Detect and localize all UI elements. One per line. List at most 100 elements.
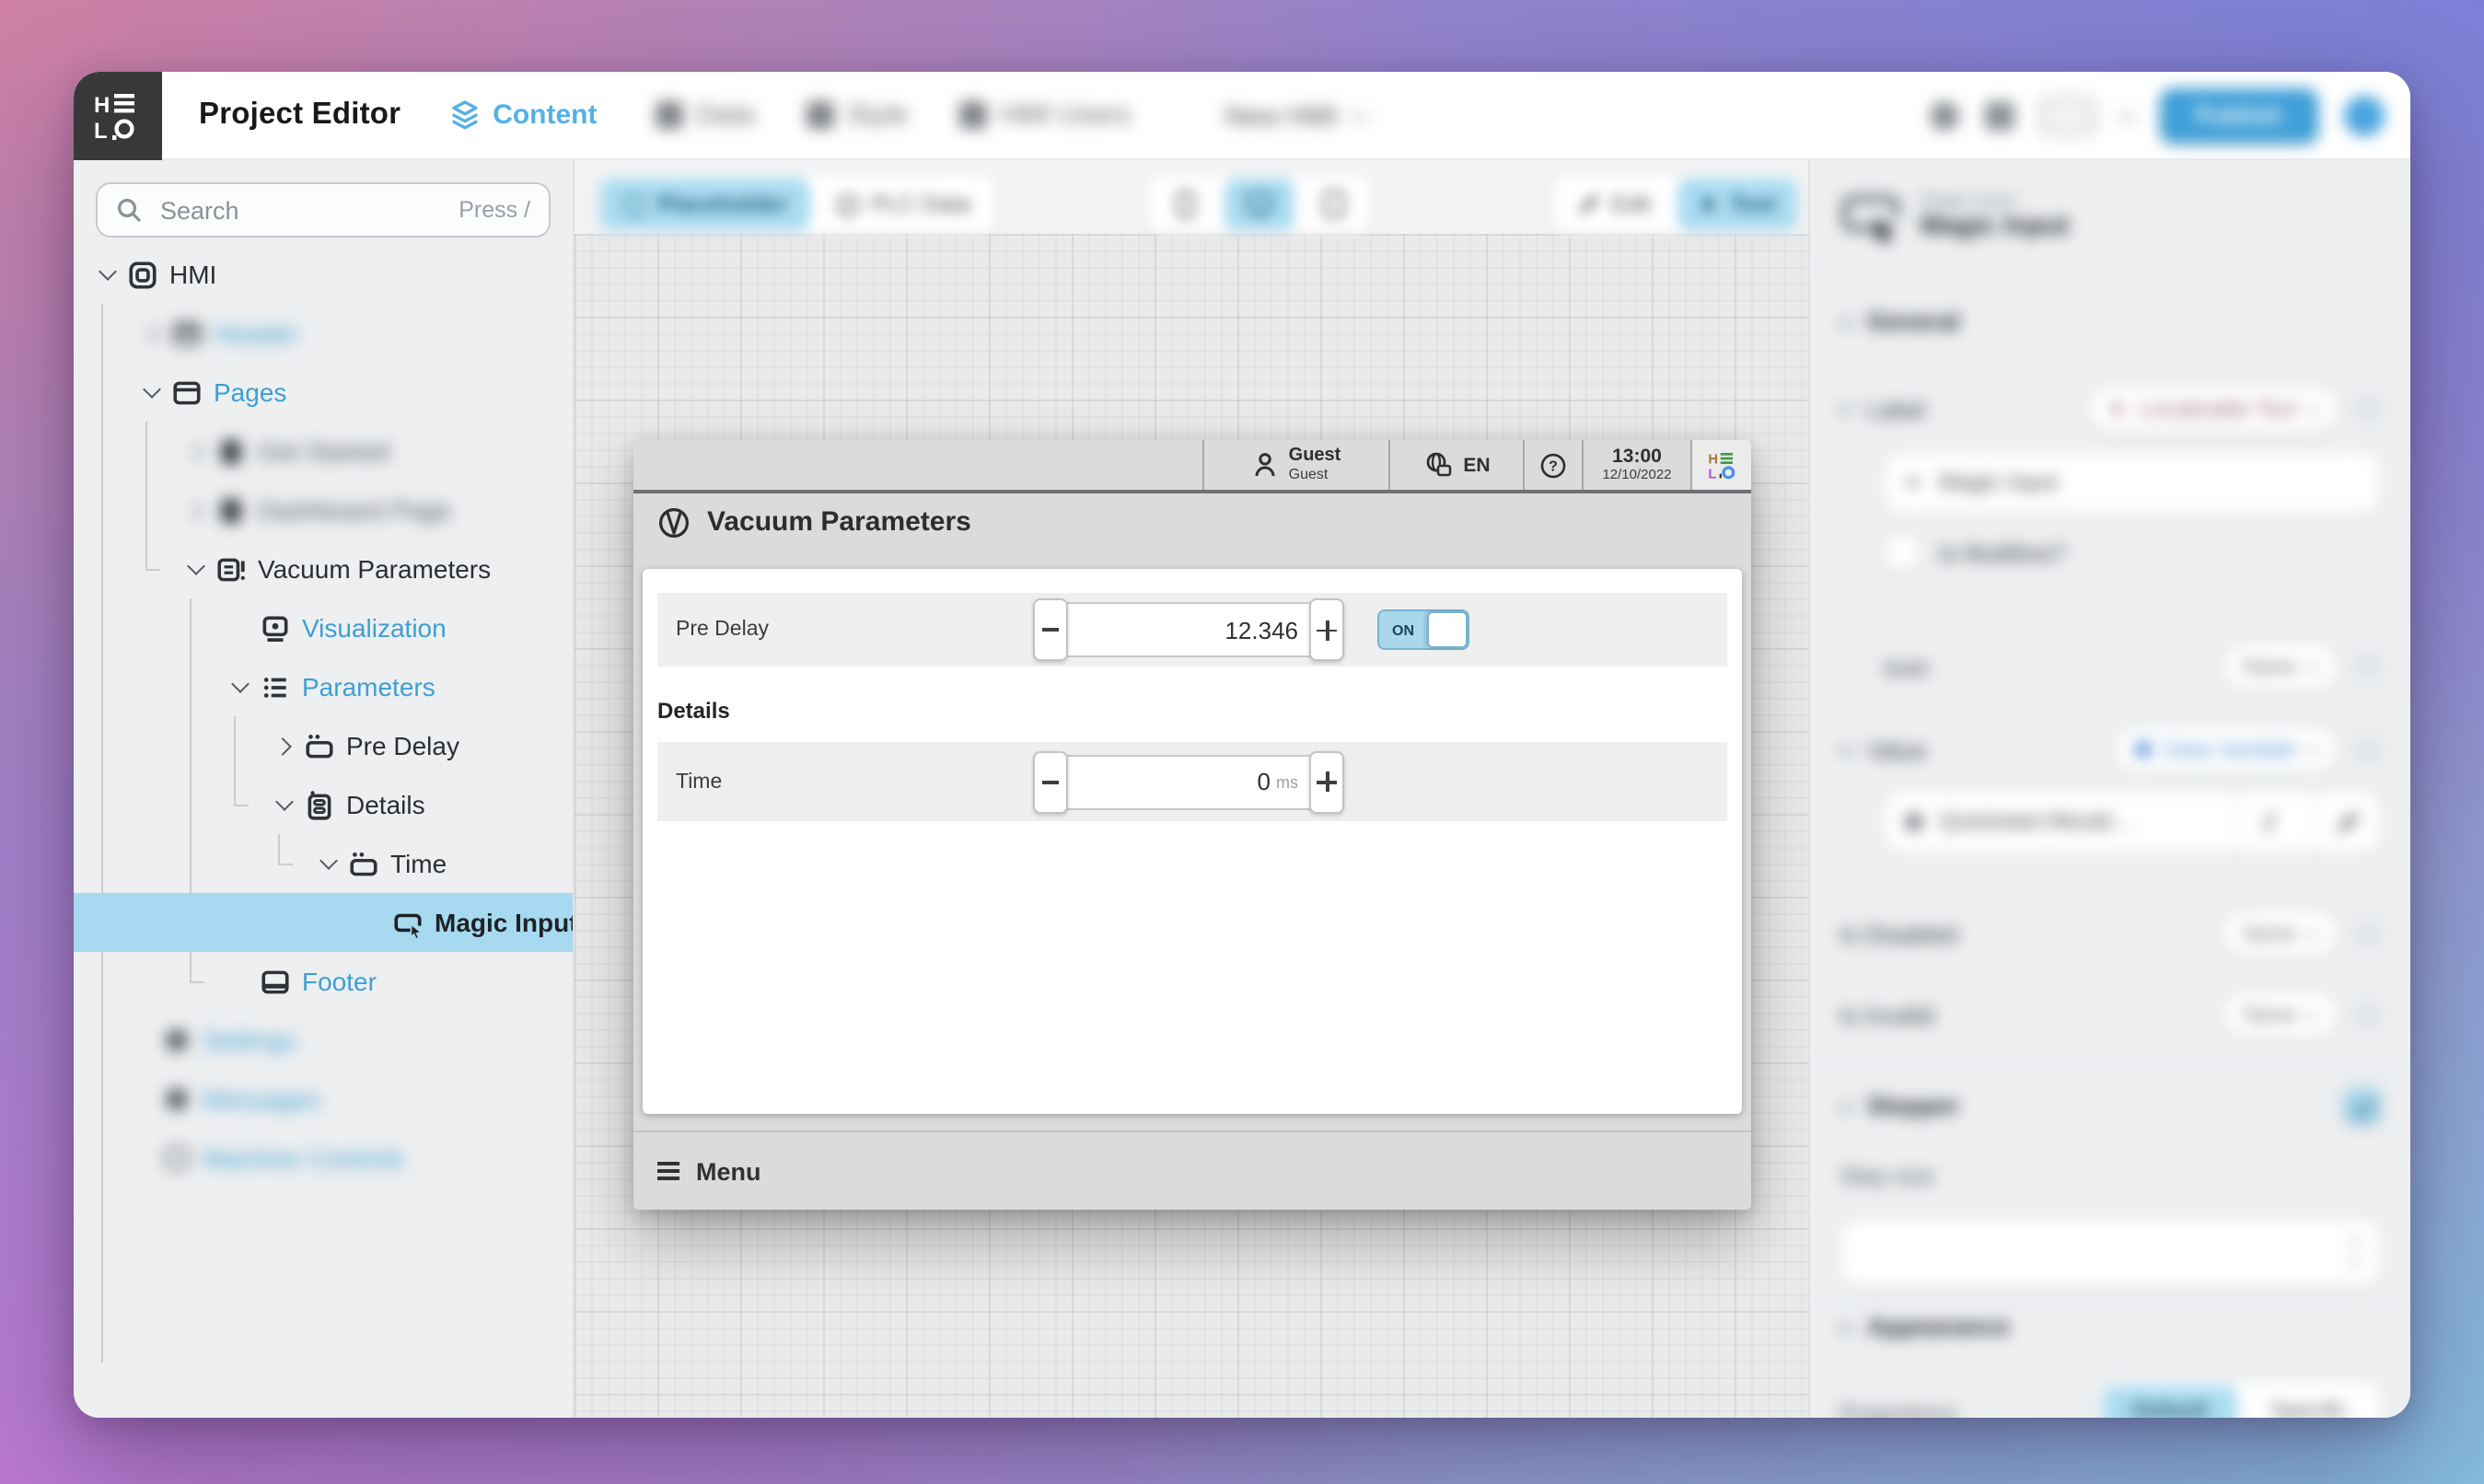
chevron-down-icon <box>2305 924 2321 940</box>
plus-icon <box>1317 620 1337 640</box>
project-selector[interactable]: New HMI <box>1225 72 1365 160</box>
appearance-section-header[interactable]: Appearance <box>1840 1313 2010 1340</box>
phone-icon <box>1175 190 1197 219</box>
stepper-value-field[interactable]: 0ms <box>1064 754 1313 809</box>
test-mode-button[interactable]: Test <box>1677 179 1798 230</box>
tree-item-details[interactable]: Details <box>74 775 573 834</box>
chevron-right-icon[interactable] <box>269 731 298 760</box>
stepper-enabled-checkbox[interactable] <box>2344 1088 2381 1125</box>
label-value-field[interactable]: Magic Input <box>1884 451 2381 514</box>
chevron-down-icon[interactable] <box>269 790 298 819</box>
tab-content[interactable]: Content <box>448 99 597 131</box>
binding-options-icon[interactable] <box>2355 654 2381 679</box>
invalid-binding-pill[interactable]: None <box>2223 991 2339 1038</box>
tree-item-machine-controls[interactable]: Machine Controls <box>74 1129 573 1188</box>
edit-mode-button[interactable]: Edit <box>1556 179 1673 230</box>
tree-item-parameters[interactable]: Parameters <box>74 657 573 716</box>
decrement-button[interactable] <box>1033 750 1068 813</box>
multiline-checkbox[interactable] <box>1884 534 1921 571</box>
decrement-button[interactable] <box>1033 598 1068 661</box>
tree-item-settings[interactable]: Settings <box>74 1011 573 1070</box>
viewport-size-control[interactable] <box>2040 97 2095 133</box>
icon-binding-pill[interactable]: None <box>2223 643 2339 690</box>
tree-item-get-started[interactable]: Get Started <box>74 422 573 481</box>
top-nav-group: Data Style HMI Users <box>656 99 1132 131</box>
proportions-default-option[interactable]: Default <box>2104 1386 2237 1418</box>
edit-expression-button[interactable] <box>2315 790 2381 852</box>
search-box[interactable]: Press / <box>96 182 551 238</box>
general-section-header[interactable]: General <box>1840 307 1960 335</box>
editor-canvas[interactable]: Placeholder PLC Data Edit <box>575 160 1808 1418</box>
control-label: Pre Delay <box>676 619 769 641</box>
page-icon <box>215 494 247 526</box>
chevron-down-icon[interactable] <box>2118 103 2137 122</box>
unit-label: ms <box>1276 772 1298 791</box>
tree-item-messages[interactable]: Messages <box>74 1070 573 1129</box>
helio-logo[interactable]: H L <box>74 72 162 159</box>
variable-path-field[interactable]: Quickstart.Mould… <box>1884 790 2381 852</box>
chevron-down-icon[interactable] <box>225 672 254 701</box>
label-binding-pill[interactable]: Localizable Text <box>2088 385 2339 433</box>
tab-data[interactable]: Data <box>656 99 755 131</box>
tab-hmi-users[interactable]: HMI Users <box>960 99 1132 131</box>
phone-device-button[interactable] <box>1151 179 1221 230</box>
stepper-section-header[interactable]: Stepper <box>1840 1092 1960 1119</box>
tree-item-vacuum-parameters[interactable]: Vacuum Parameters <box>74 539 573 598</box>
binding-options-icon[interactable] <box>2355 396 2381 422</box>
preview-menu-bar[interactable]: Menu <box>633 1130 1751 1210</box>
control-row-time: Time 0ms <box>657 742 1727 821</box>
user-icon <box>1252 451 1278 479</box>
chevron-right-icon[interactable] <box>180 436 210 466</box>
page-list-icon <box>215 553 247 585</box>
tab-style[interactable]: Style <box>807 99 909 131</box>
binding-options-icon[interactable] <box>2355 1002 2381 1027</box>
disabled-binding-pill[interactable]: None <box>2223 910 2339 957</box>
tree-item-visualization[interactable]: Visualization <box>74 598 573 657</box>
tree-item-header[interactable]: Header <box>74 304 573 363</box>
desktop-device-button[interactable] <box>1225 179 1294 230</box>
tablet-device-button[interactable] <box>1298 179 1368 230</box>
value-binding-pill[interactable]: Data Variable <box>2114 725 2339 773</box>
history-icon[interactable] <box>1985 100 2014 130</box>
chevron-down-icon[interactable] <box>136 377 166 407</box>
step-size-input[interactable] <box>1840 1219 2381 1285</box>
increment-button[interactable] <box>1309 750 1344 813</box>
plc-data-option[interactable]: PLC Data <box>814 179 992 230</box>
stepper-arrows-icon[interactable] <box>2350 1239 2361 1265</box>
language-cell[interactable]: EN <box>1388 440 1523 490</box>
increment-button[interactable] <box>1309 598 1344 661</box>
chevron-down-icon[interactable] <box>1837 737 1855 756</box>
publish-button[interactable]: Publish <box>2160 87 2318 143</box>
tree-item-hmi[interactable]: HMI <box>74 245 573 304</box>
placeholder-option[interactable]: Placeholder <box>600 179 810 230</box>
edit-variable-button[interactable] <box>2235 790 2302 852</box>
chevron-down-icon[interactable] <box>180 554 210 584</box>
binding-options-icon[interactable] <box>2355 921 2381 946</box>
pre-delay-toggle[interactable]: ON <box>1377 609 1469 650</box>
tree-item-pages[interactable]: Pages <box>74 363 573 422</box>
tree-item-time[interactable]: Time <box>74 834 573 893</box>
tree-item-magic-input[interactable]: Magic Input <box>74 893 573 952</box>
tree-item-footer[interactable]: Footer <box>74 952 573 1011</box>
inspector-header: Magic Input Magic Input <box>1840 190 2069 245</box>
chevron-right-icon[interactable] <box>180 495 210 525</box>
layer-tree: HMI Header Pages Get Started <box>74 245 573 1418</box>
chevron-down-icon[interactable] <box>1837 397 1855 415</box>
user-avatar[interactable] <box>2344 95 2385 135</box>
proportions-specific-option[interactable]: Specific <box>2241 1386 2377 1418</box>
chevron-down-icon[interactable] <box>313 849 342 878</box>
user-cell[interactable]: Guest Guest <box>1202 440 1388 490</box>
chevron-right-icon[interactable] <box>136 319 166 348</box>
clock-cell: 13:00 12/10/2022 <box>1582 440 1690 490</box>
tree-item-dashboard-page[interactable]: Dashboard Page <box>74 481 573 539</box>
search-input[interactable] <box>157 194 444 226</box>
undo-icon[interactable] <box>1930 100 1959 130</box>
stepper-value-field[interactable]: 12.346 <box>1064 602 1313 657</box>
chevron-down-icon[interactable] <box>92 260 122 289</box>
tree-item-pre-delay[interactable]: Pre Delay <box>74 716 573 775</box>
hmi-preview[interactable]: Guest Guest EN ? 13:00 12/10/2022 <box>633 440 1751 1210</box>
binding-options-icon[interactable] <box>2355 736 2381 762</box>
monitor-icon <box>1245 191 1274 218</box>
control-label: Time <box>676 771 722 793</box>
help-cell[interactable]: ? <box>1523 440 1582 490</box>
